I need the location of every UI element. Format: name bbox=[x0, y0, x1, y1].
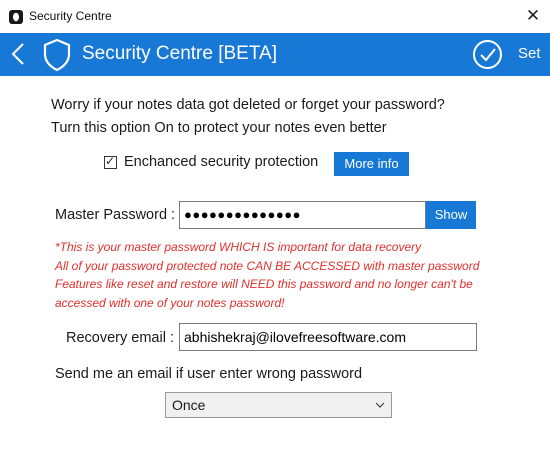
check-circle-icon[interactable] bbox=[472, 39, 503, 70]
close-icon[interactable]: ✕ bbox=[520, 3, 546, 29]
warning-line-2: All of your password protected note CAN … bbox=[55, 259, 480, 273]
chevron-down-icon bbox=[375, 402, 385, 408]
intro-line-2: Turn this option On to protect your note… bbox=[51, 120, 387, 136]
notify-frequency-value: Once bbox=[172, 397, 206, 413]
show-password-button[interactable]: Show bbox=[426, 201, 476, 229]
warning-line-4: accessed with one of your notes password… bbox=[55, 296, 285, 310]
warning-line-1: *This is your master password WHICH IS i… bbox=[55, 240, 422, 254]
page-header: Security Centre [BETA] Set bbox=[0, 33, 550, 76]
enhanced-security-checkbox[interactable]: ✓ bbox=[104, 154, 117, 169]
master-password-field[interactable]: ●●●●●●●●●●●●●● bbox=[179, 201, 426, 229]
page-title: Security Centre [BETA] bbox=[82, 43, 277, 64]
set-button[interactable]: Set bbox=[518, 45, 541, 62]
checkmark-icon: ✓ bbox=[105, 154, 116, 168]
enhanced-security-label: Enchanced security protection bbox=[124, 154, 319, 170]
notify-label: Send me an email if user enter wrong pas… bbox=[55, 366, 363, 382]
recovery-email-field[interactable]: abhishekraj@ilovefreesoftware.com bbox=[179, 323, 477, 351]
back-arrow-icon[interactable] bbox=[8, 40, 30, 68]
warning-line-3: Features like reset and restore will NEE… bbox=[55, 277, 473, 291]
app-logo-icon bbox=[9, 10, 23, 24]
window-titlebar: Security Centre ✕ bbox=[0, 0, 550, 33]
intro-line-1: Worry if your notes data got deleted or … bbox=[51, 97, 445, 113]
recovery-email-label: Recovery email : bbox=[66, 330, 174, 346]
more-info-button[interactable]: More info bbox=[334, 152, 409, 176]
window-title: Security Centre bbox=[29, 9, 112, 23]
master-password-label: Master Password : bbox=[55, 207, 176, 223]
notify-frequency-select[interactable]: Once bbox=[165, 392, 392, 418]
shield-icon bbox=[43, 38, 71, 72]
